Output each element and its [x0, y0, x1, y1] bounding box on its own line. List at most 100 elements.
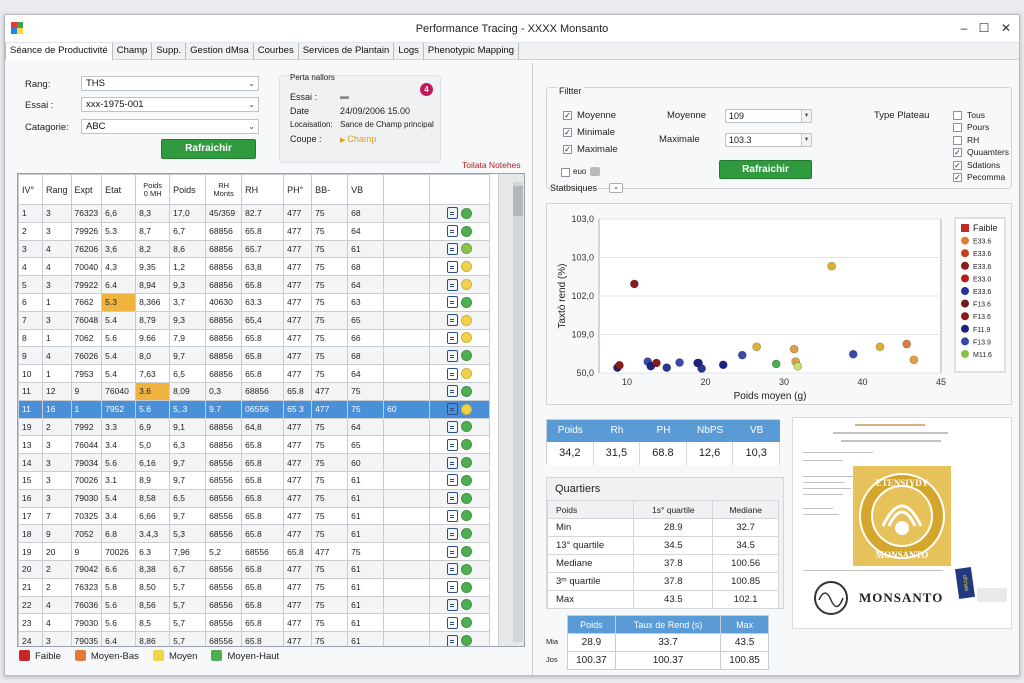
clipboard-icon[interactable]	[447, 403, 459, 416]
minimize-button[interactable]: –	[953, 19, 975, 37]
clipboard-icon[interactable]	[447, 616, 459, 629]
table-row[interactable]: 23 4 79030 5.6 8,5 5,7 68556 65.8 477 75 61	[18, 613, 491, 633]
type-checkbox-2[interactable]	[953, 135, 962, 145]
column-header[interactable]: RH Monts	[205, 174, 243, 205]
clipboard-icon[interactable]	[447, 598, 459, 611]
table-row[interactable]: 17 7 70325 3.4 6,66 9,7 68556 65.8 477 75 61	[18, 506, 491, 526]
status-dot-icon[interactable]	[461, 296, 473, 308]
spin-down-icon[interactable]: ▼	[801, 134, 811, 146]
clipboard-icon[interactable]	[447, 509, 459, 522]
tab-champ[interactable]: Champ	[113, 43, 153, 60]
rang-select[interactable]: THS ⌄	[81, 76, 259, 91]
type-checkbox-5[interactable]: ✓	[953, 173, 962, 182]
tab-services[interactable]: Services de Plantain	[299, 43, 395, 60]
status-dot-icon[interactable]	[461, 385, 473, 397]
column-header[interactable]: IV°	[18, 174, 43, 205]
clipboard-icon[interactable]	[447, 456, 459, 469]
essai-select[interactable]: xxx-1975-001 ⌄	[81, 97, 259, 112]
status-dot-icon[interactable]	[461, 474, 473, 486]
status-dot-icon[interactable]	[461, 492, 473, 504]
clipboard-icon[interactable]	[447, 634, 459, 646]
column-header[interactable]: VB	[347, 174, 385, 205]
euo-checkbox[interactable]	[561, 168, 570, 177]
status-dot-icon[interactable]	[461, 635, 473, 646]
status-dot-icon[interactable]	[461, 368, 473, 380]
tab-logs[interactable]: Logs	[394, 43, 424, 60]
table-row[interactable]: 21 2 76323 5.8 8,50 5,7 68556 65.8 477 75 61	[18, 577, 491, 597]
table-row[interactable]: 24 3 79035 6.4 8,86 5,7 68556 65.8 477 75 61	[18, 631, 491, 646]
checkbox-1[interactable]: ✓	[563, 128, 572, 137]
status-dot-icon[interactable]	[461, 403, 473, 415]
clipboard-icon[interactable]	[447, 527, 459, 540]
table-row[interactable]: 3 4 76206 3,6 8,2 8,6 68856 65.7 477 75 61	[18, 239, 491, 259]
table-row[interactable]: 11 12 9 76040 3.6 8,09 0,3 68856 65.8 477 75	[18, 381, 491, 401]
table-row[interactable]: 16 3 79030 5.4 8,58 6,5 68556 65.8 477 75 61	[18, 488, 491, 508]
toggle-icon[interactable]	[590, 167, 600, 176]
type-checkbox-3[interactable]: ✓	[953, 148, 962, 158]
clipboard-icon[interactable]	[447, 331, 459, 344]
clipboard-icon[interactable]	[447, 545, 459, 558]
maximize-button[interactable]: ☐	[973, 19, 995, 37]
clipboard-icon[interactable]	[447, 207, 459, 220]
clipboard-icon[interactable]	[447, 563, 459, 576]
table-row[interactable]: 8 1 7062 5.6 9.66 7,9 68856 65.8 477 75 66	[18, 328, 491, 348]
type-checkbox-0[interactable]	[953, 111, 962, 120]
filter-refresh-button[interactable]: Rafraichir	[719, 160, 812, 179]
spin-down-icon[interactable]: ▼	[801, 110, 811, 122]
clipboard-icon[interactable]	[447, 242, 459, 255]
status-dot-icon[interactable]	[461, 510, 473, 522]
table-row[interactable]: 1 3 76323 6,6 8,3 17,0 45/359 82.7 477 75 68	[18, 204, 491, 223]
table-row[interactable]: 22 4 76036 5.6 8,56 5,7 68556 65.8 477 75 61	[18, 595, 491, 615]
table-row[interactable]: 19 20 9 70026 6.3 7,96 5,2 68556 65.8 477 75	[18, 542, 491, 561]
certificate-preview[interactable]: ETENSIYDY MONSANTO ohnas MONSANTO	[792, 417, 1012, 629]
status-dot-icon[interactable]	[461, 599, 473, 611]
table-row[interactable]: 9 4 76026 5.4 8,0 9,7 68856 65.8 477 75 68	[18, 346, 491, 366]
table-row[interactable]: 18 9 7052 6.8 3.4,3 5,3 68556 65.8 477 75 61	[18, 524, 491, 544]
vertical-scrollbar[interactable]	[498, 174, 524, 646]
checkbox-0[interactable]: ✓	[563, 111, 572, 120]
clipboard-icon[interactable]	[447, 492, 459, 505]
table-row[interactable]: 19 2 7992 3.3 6,9 9,1 68856 64,8 477 75 64	[18, 417, 491, 437]
status-dot-icon[interactable]	[461, 243, 473, 255]
status-dot-icon[interactable]	[461, 332, 473, 344]
status-dot-icon[interactable]	[461, 617, 473, 629]
clipboard-icon[interactable]	[447, 278, 459, 291]
moyenne-input[interactable]: 109 ▼	[725, 109, 812, 123]
tab-supp[interactable]: Supp.	[152, 43, 187, 60]
status-dot-icon[interactable]	[461, 563, 473, 575]
coupe-link[interactable]: ▶ Champ	[340, 134, 376, 144]
status-dot-icon[interactable]	[461, 528, 473, 540]
table-row[interactable]: 11 16 1 7952 5.6 5,.3 9.7 06556 65 3 477 75 60	[18, 399, 491, 419]
status-dot-icon[interactable]	[461, 225, 473, 237]
type-checkbox-4[interactable]: ✓	[953, 160, 962, 170]
status-dot-icon[interactable]	[461, 279, 473, 291]
scroll-track[interactable]	[513, 182, 523, 642]
tab-courbes[interactable]: Courbes	[254, 43, 299, 60]
status-dot-icon[interactable]	[461, 546, 473, 558]
table-row[interactable]: 7 3 76048 5.4 8,79 9,3 68856 65,4 477 75 65	[18, 310, 491, 330]
table-row[interactable]: 13 3 76044 3.4 5,0 6,3 68856 65.8 477 75 65	[18, 435, 491, 455]
clipboard-icon[interactable]	[447, 367, 459, 380]
table-row[interactable]: 15 3 70026 3.1 8,9 9,7 68556 65.8 477 75 61	[18, 470, 491, 490]
column-header[interactable]: RH	[241, 174, 285, 205]
column-header[interactable]	[383, 174, 431, 205]
table-row[interactable]: 10 1 7953 5.4 7,63 6,5 68856 65.8 477 75 64	[18, 364, 491, 383]
table-row[interactable]: 14 3 79034 5.6 6,16 9,7 68556 65.8 477 75 60	[18, 453, 491, 472]
tab-seance[interactable]: Séance de Productivité	[5, 43, 113, 60]
clipboard-icon[interactable]	[447, 349, 459, 362]
status-dot-icon[interactable]	[461, 207, 473, 219]
categorie-select[interactable]: ABC ⌄	[81, 119, 259, 134]
clipboard-icon[interactable]	[447, 296, 459, 309]
tab-phenotypic[interactable]: Phenotypic Mapping	[424, 43, 520, 60]
clipboard-icon[interactable]	[447, 581, 459, 594]
tab-gestion[interactable]: Gestion dMsa	[186, 43, 254, 60]
clipboard-icon[interactable]	[447, 314, 459, 327]
clipboard-icon[interactable]	[447, 385, 459, 398]
status-dot-icon[interactable]	[461, 457, 473, 469]
clipboard-icon[interactable]	[447, 438, 459, 451]
status-dot-icon[interactable]	[461, 421, 473, 433]
clipboard-icon[interactable]	[447, 420, 459, 433]
column-header[interactable]: PH°	[283, 174, 313, 205]
column-header[interactable]: Etat	[101, 174, 137, 205]
chevron-down-icon[interactable]: ⌄	[609, 183, 623, 193]
